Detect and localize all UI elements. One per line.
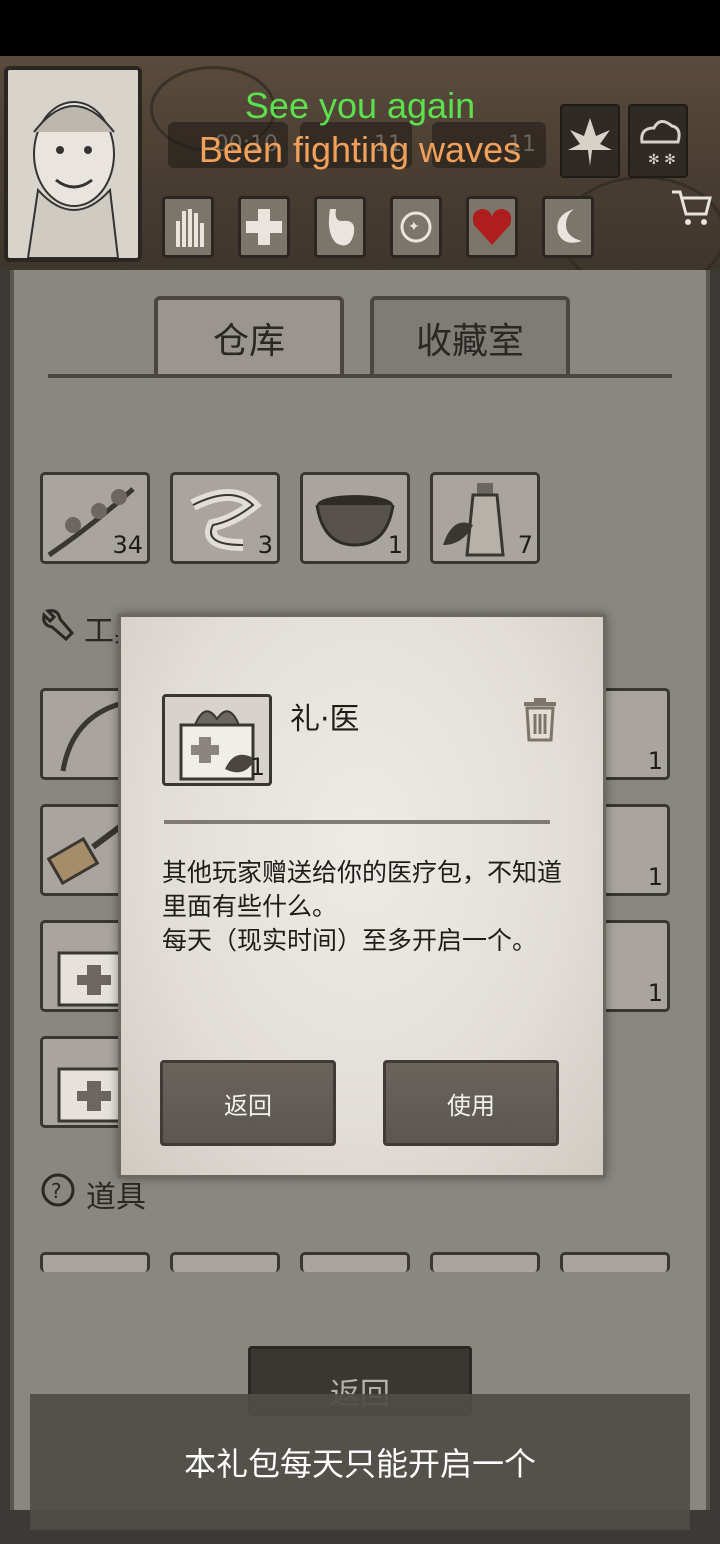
props-label: 道具 [86, 1180, 146, 1215]
item-count: 1 [647, 747, 663, 775]
tab-collection-label: 收藏室 [415, 321, 524, 362]
trash-icon[interactable] [520, 696, 560, 742]
use-button[interactable]: 使用 [383, 1060, 559, 1146]
item-slot[interactable]: 1 [300, 472, 410, 564]
weather-snow-icon[interactable]: ✻ ✻ [628, 104, 688, 178]
item-count: 1 [387, 531, 403, 559]
hand-icon[interactable] [162, 196, 214, 258]
item-slot[interactable] [300, 1252, 410, 1272]
item-slot[interactable]: 3 [170, 472, 280, 564]
health-cross-icon[interactable] [238, 196, 290, 258]
item-count: 1 [647, 979, 663, 1007]
status-bar [0, 0, 720, 56]
bottom-toast-text: 本礼包每天只能开启一个 [183, 1445, 536, 1483]
item-count: 34 [112, 531, 143, 559]
svg-text:?: ? [51, 1179, 62, 1203]
dialog-divider [164, 820, 550, 824]
item-count: 7 [517, 531, 533, 559]
tab-collection[interactable]: 收藏室 [370, 296, 570, 376]
medical-gift-icon: 1 [162, 694, 272, 786]
item-count: 1 [647, 863, 663, 891]
item-slot[interactable] [40, 1252, 150, 1272]
moon-icon[interactable] [542, 196, 594, 258]
use-button-label: 使用 [447, 1091, 495, 1120]
question-icon: ? [40, 1172, 76, 1216]
dialog-description: 其他玩家赠送给你的医疗包，不知道里面有些什么。 每天（现实时间）至多开启一个。 [162, 858, 563, 955]
item-slot[interactable]: 34 [40, 472, 150, 564]
svg-text:✦: ✦ [408, 219, 420, 235]
dialog-item-count: 1 [249, 753, 265, 781]
item-slot[interactable] [430, 1252, 540, 1272]
season-leaf-icon[interactable] [560, 104, 620, 178]
back-button[interactable]: 返回 [160, 1060, 336, 1146]
item-count: 3 [257, 531, 273, 559]
item-slot[interactable]: 7 [430, 472, 540, 564]
tab-warehouse-label: 仓库 [212, 321, 285, 362]
heart-icon[interactable] [466, 196, 518, 258]
item-slot[interactable] [170, 1252, 280, 1272]
tab-divider [48, 374, 672, 378]
props-section-label: ? 道具 [40, 1172, 146, 1216]
svg-text:✻ ✻: ✻ ✻ [648, 152, 676, 168]
dialog-title: 礼·医 [290, 702, 360, 737]
stomach-icon[interactable] [314, 196, 366, 258]
wrench-icon [40, 607, 75, 649]
mind-icon[interactable]: ✦ [390, 196, 442, 258]
cart-icon[interactable] [668, 184, 712, 228]
bottom-toast: 本礼包每天只能开启一个 [30, 1394, 690, 1530]
back-button-label: 返回 [224, 1091, 272, 1120]
item-slot[interactable] [560, 1252, 670, 1272]
tab-warehouse[interactable]: 仓库 [154, 296, 344, 376]
